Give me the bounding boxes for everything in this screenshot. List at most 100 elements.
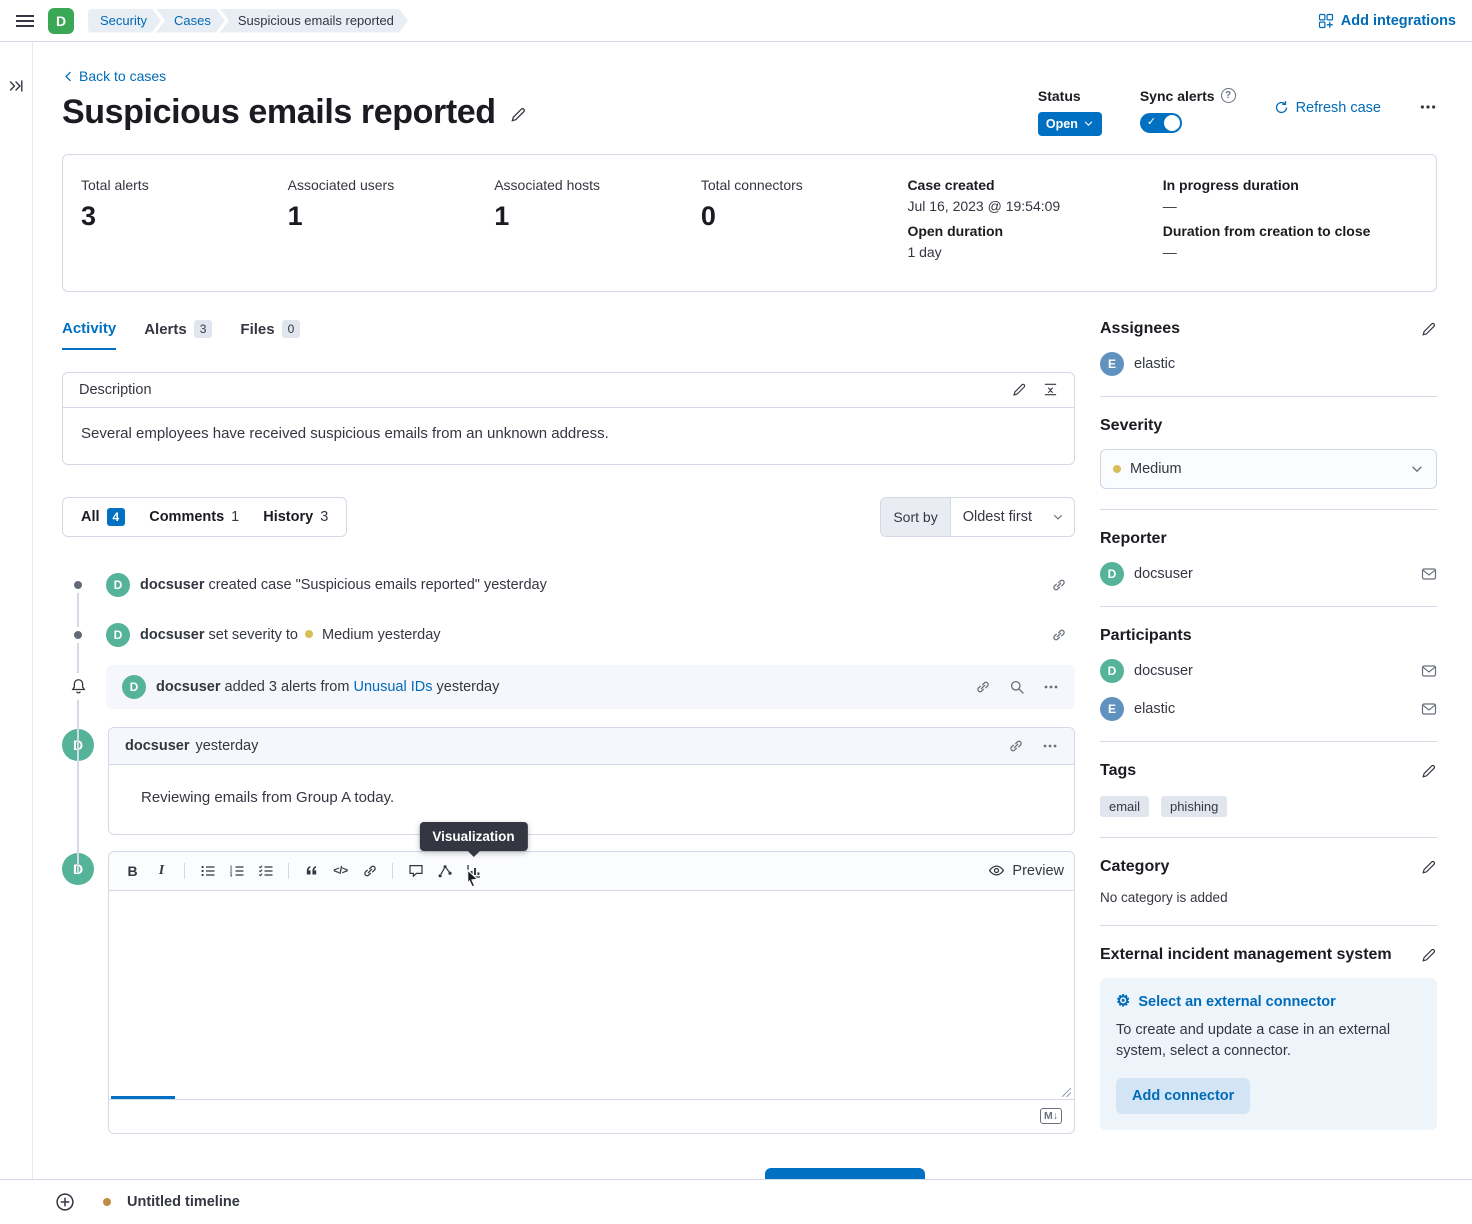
external-incident-section: External incident management system ⚙ Se… <box>1100 946 1437 1130</box>
sort-order-select[interactable]: Oldest first <box>951 498 1074 536</box>
quote-button[interactable] <box>298 858 325 884</box>
task-list-button[interactable] <box>252 858 279 884</box>
reporter-row: D docsuser <box>1100 562 1437 586</box>
toolbar-divider <box>288 863 289 879</box>
description-title: Description <box>79 382 152 398</box>
mail-icon[interactable] <box>1421 566 1437 582</box>
sidebar-divider <box>1100 396 1437 397</box>
link-button[interactable] <box>356 858 383 884</box>
copy-link-icon[interactable] <box>1051 577 1067 593</box>
sidebar-divider <box>1100 741 1437 742</box>
status-label: Status <box>1038 88 1102 104</box>
insert-visualization-button[interactable]: Visualization <box>460 858 487 884</box>
ordered-list-button[interactable] <box>223 858 250 884</box>
bold-button[interactable]: B <box>119 858 146 884</box>
add-integrations-button[interactable]: Add integrations <box>1318 13 1456 29</box>
collapse-description-icon[interactable] <box>1043 382 1058 397</box>
copy-link-icon[interactable] <box>1051 627 1067 643</box>
tag-badge: email <box>1100 796 1149 817</box>
editor-toolbar: B I </> <box>109 852 1074 891</box>
add-timeline-icon[interactable] <box>55 1192 75 1212</box>
mail-icon[interactable] <box>1421 701 1437 717</box>
activity-filter-row: All 4 Comments 1 History 3 Sort <box>62 497 1075 537</box>
event-alerts-added: D docsuser added 3 alerts from Unusual I… <box>62 665 1075 709</box>
participant-name: elastic <box>1134 701 1175 717</box>
help-icon[interactable]: ? <box>1221 88 1236 103</box>
sync-alerts-toggle[interactable]: ✓ <box>1140 113 1182 133</box>
unordered-list-button[interactable] <box>194 858 221 884</box>
page-title: Suspicious emails reported <box>62 92 496 133</box>
unusual-ids-link[interactable]: Unusual IDs <box>353 679 432 695</box>
untitled-timeline-link[interactable]: Untitled timeline <box>127 1194 240 1210</box>
avatar: D <box>1100 659 1124 683</box>
mail-icon[interactable] <box>1421 663 1437 679</box>
comment-panel: docsuser yesterday Reviewing emails from… <box>108 727 1075 835</box>
external-incident-title: External incident management system <box>1100 946 1392 964</box>
editor-body <box>109 891 1074 1099</box>
space-avatar[interactable]: D <box>48 8 74 34</box>
filter-all[interactable]: All 4 <box>69 498 137 536</box>
activity-timeline: D docsuser created case "Suspicious emai… <box>62 565 1075 1134</box>
severity-title: Severity <box>1100 417 1162 435</box>
filter-history[interactable]: History 3 <box>251 498 340 536</box>
status-open-button[interactable]: Open <box>1038 112 1102 136</box>
history-count: 3 <box>320 509 328 525</box>
resize-handle[interactable] <box>1062 1088 1071 1097</box>
case-metrics-panel: Total alerts 3 Associated users 1 Associ… <box>62 154 1437 292</box>
preview-button[interactable]: Preview <box>988 862 1064 879</box>
investigate-in-timeline-icon[interactable] <box>1009 679 1025 695</box>
edit-connector-pencil-icon[interactable] <box>1421 947 1437 963</box>
severity-select[interactable]: Medium <box>1100 449 1437 489</box>
event-created-case: D docsuser created case "Suspicious emai… <box>62 565 1075 605</box>
tags-list: email phishing <box>1100 796 1437 817</box>
comment-body: Reviewing emails from Group A today. <box>109 765 1074 834</box>
refresh-case-button[interactable]: Refresh case <box>1274 100 1381 116</box>
participant-row: D docsuser <box>1100 659 1437 683</box>
edit-title-pencil-icon[interactable] <box>510 106 527 123</box>
user-comment: D docsuser yesterday Reviewing emails f <box>62 727 1075 835</box>
insert-timeline-button[interactable] <box>431 858 458 884</box>
select-connector-link[interactable]: ⚙ Select an external connector <box>1116 994 1421 1010</box>
back-to-cases-link[interactable]: Back to cases <box>62 68 166 84</box>
expand-sidebar-icon[interactable] <box>8 78 24 94</box>
comment-header: docsuser yesterday <box>109 728 1074 765</box>
gear-icon: ⚙ <box>1116 994 1130 1010</box>
severity-medium-dot <box>1113 465 1121 473</box>
edit-assignees-pencil-icon[interactable] <box>1421 321 1437 337</box>
speech-bubble-icon <box>408 863 424 879</box>
caret-down-icon <box>1083 118 1094 129</box>
add-comment-button-partial[interactable] <box>765 1168 925 1179</box>
filter-comments[interactable]: Comments 1 <box>137 498 251 536</box>
breadcrumb: Security Cases Suspicious emails reporte… <box>88 9 408 33</box>
comment-actions-ellipsis-icon[interactable] <box>1042 738 1058 754</box>
assignees-section: Assignees E elastic <box>1100 320 1437 376</box>
assignee-row: E elastic <box>1100 352 1437 376</box>
metric-total-connectors: Total connectors 0 <box>701 177 908 269</box>
alerts-count-badge: 3 <box>194 320 213 338</box>
copy-link-icon[interactable] <box>975 679 991 695</box>
breadcrumb-current: Suspicious emails reported <box>220 9 408 33</box>
breadcrumb-cases[interactable]: Cases <box>156 9 225 33</box>
case-columns: Activity Alerts 3 Files 0 Description <box>62 320 1437 1134</box>
copy-link-icon[interactable] <box>1008 738 1024 754</box>
edit-description-pencil-icon[interactable] <box>1012 382 1027 397</box>
menu-icon[interactable] <box>16 15 34 27</box>
collapsed-side-rail <box>0 42 33 1179</box>
markdown-syntax-icon[interactable]: M↓ <box>1040 1108 1062 1124</box>
alert-actions-ellipsis-icon[interactable] <box>1043 679 1059 695</box>
breadcrumb-security[interactable]: Security <box>88 9 161 33</box>
case-actions-ellipsis-icon[interactable] <box>1419 98 1437 116</box>
code-button[interactable]: </> <box>327 858 354 884</box>
tab-activity[interactable]: Activity <box>62 320 116 350</box>
connector-description: To create and update a case in an extern… <box>1116 1020 1421 1062</box>
add-comment-annotation-button[interactable] <box>402 858 429 884</box>
check-icon: ✓ <box>1147 115 1156 128</box>
edit-tags-pencil-icon[interactable] <box>1421 763 1437 779</box>
italic-button[interactable]: I <box>148 858 175 884</box>
comment-textarea[interactable] <box>109 891 1074 1099</box>
edit-category-pencil-icon[interactable] <box>1421 859 1437 875</box>
add-connector-button[interactable]: Add connector <box>1116 1078 1250 1114</box>
tab-alerts[interactable]: Alerts 3 <box>144 320 212 350</box>
tab-files[interactable]: Files 0 <box>240 320 300 350</box>
avatar: E <box>1100 697 1124 721</box>
